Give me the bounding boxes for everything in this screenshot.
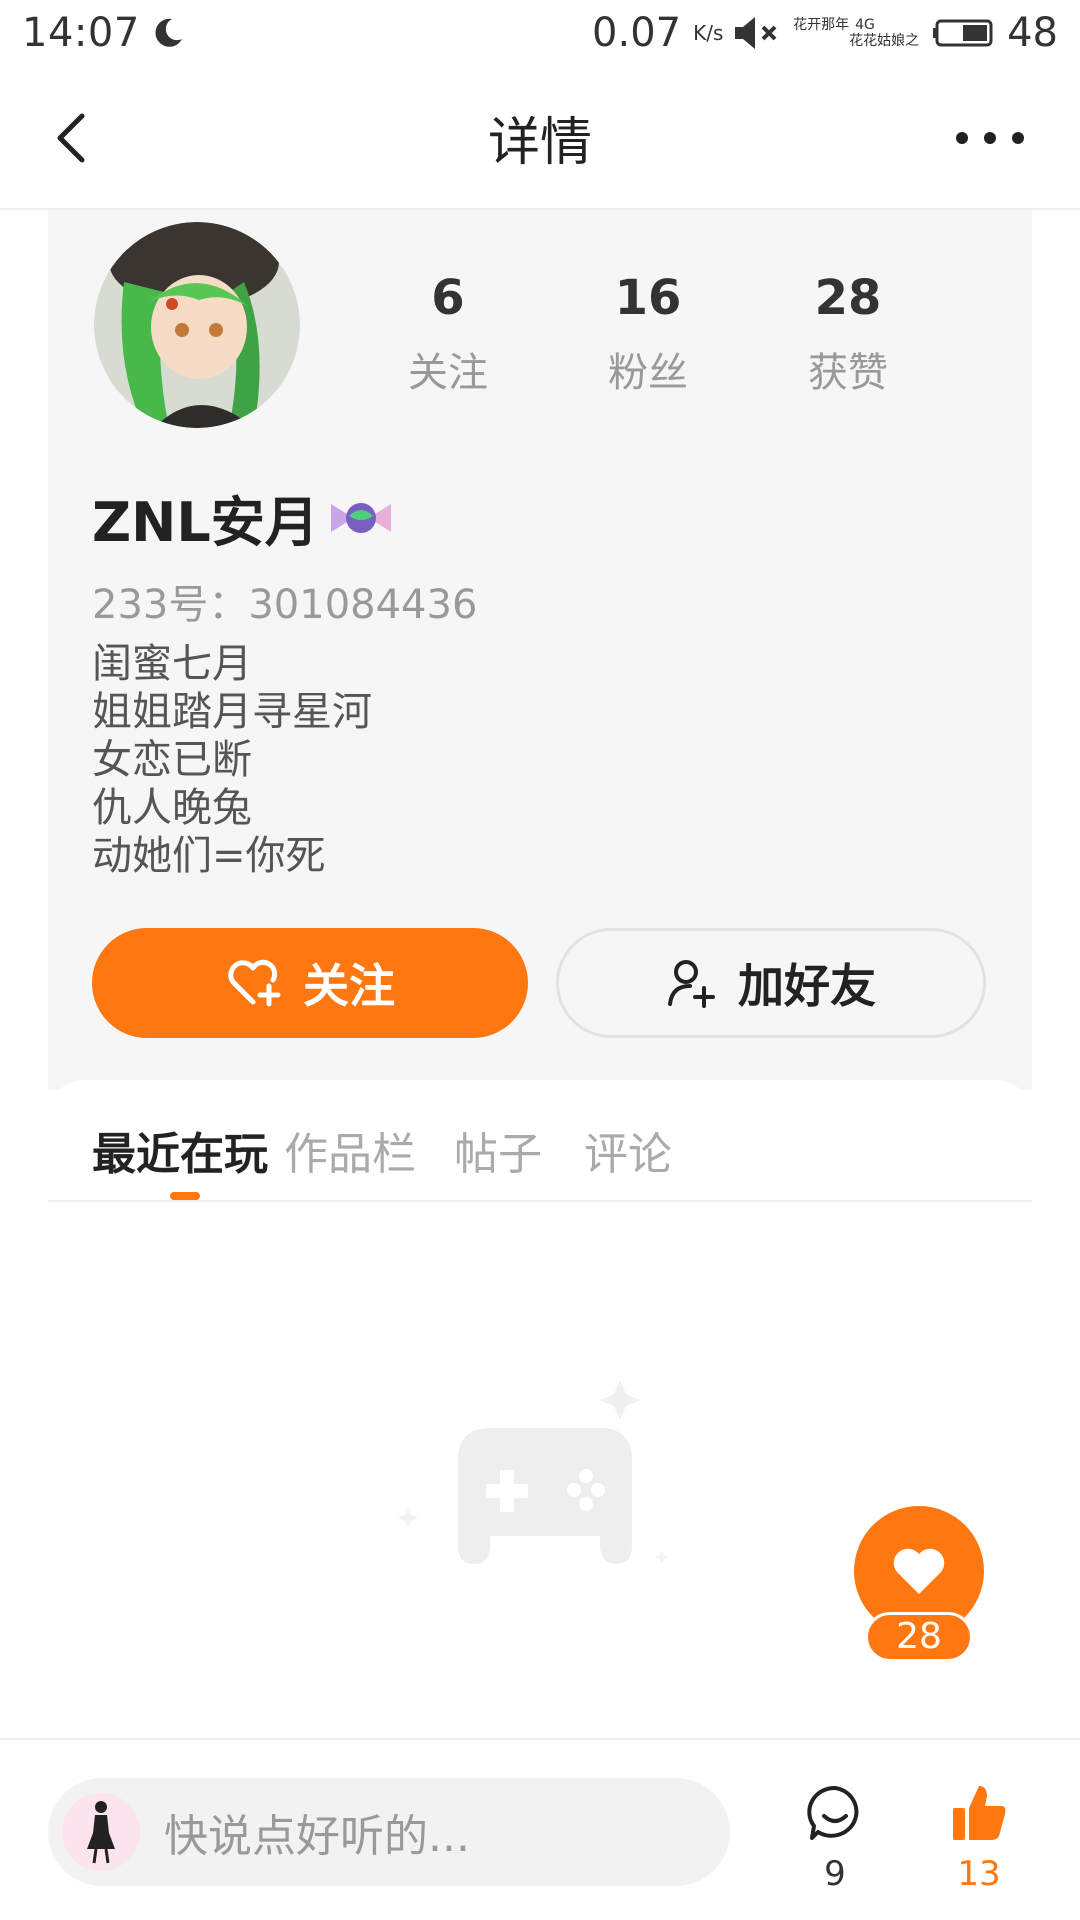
status-time: 14:07 [22, 10, 140, 56]
bio-line: 闺蜜七月 [92, 641, 252, 687]
floating-like-button[interactable]: 28 [854, 1506, 984, 1666]
follow-button[interactable]: 关注 [92, 928, 528, 1038]
bio-line: 姐姐踏月寻星河 [92, 689, 372, 735]
bio-line: 女恋已断 [92, 737, 252, 783]
carrier-info: 花开那年 4G 花花姑娘之 [793, 17, 919, 49]
battery-icon [933, 19, 993, 47]
input-placeholder: 快说点好听的... [164, 1811, 470, 1862]
silhouette-icon [87, 1801, 115, 1864]
username-row: ZNL安月 [92, 478, 397, 557]
like-button[interactable]: 13 [944, 1782, 1014, 1894]
more-icon[interactable] [944, 126, 1044, 150]
add-user-icon [668, 960, 715, 1008]
comment-icon [807, 1785, 859, 1840]
stat-likes[interactable]: 28 获赞 [748, 270, 948, 398]
network-speed-unit: K/s [693, 21, 724, 45]
profile-stats: 6 关注 16 粉丝 28 获赞 [348, 270, 968, 398]
bio-line: 仇人晚兔 [92, 785, 252, 831]
network-speed: 0.07 [592, 10, 682, 56]
tab-comments[interactable]: 评论 [584, 1118, 672, 1182]
bio: 闺蜜七月 姐姐踏月寻星河 女恋已断 仇人晚兔 动她们=你死 [92, 640, 372, 880]
add-friend-button[interactable]: 加好友 [556, 928, 986, 1038]
tab-works[interactable]: 作品栏 [284, 1118, 416, 1182]
status-bar: 14:07 0.07 K/s 花开那年 4G 花花姑娘之 48 [0, 0, 1080, 66]
thumbs-up-icon [953, 1786, 1006, 1840]
comment-input[interactable]: 快说点好听的... [48, 1778, 730, 1886]
avatar[interactable] [94, 222, 300, 428]
nav-bar: 详情 [0, 66, 1080, 210]
heart-plus-icon [228, 959, 281, 1007]
moon-icon [155, 18, 182, 47]
comment-button[interactable]: 9 [800, 1782, 870, 1894]
user-id: 233号：301084436 [92, 582, 478, 628]
heart-icon [893, 1548, 945, 1594]
bottom-bar: 快说点好听的... 9 13 [0, 1738, 1080, 1920]
tab-active-indicator [170, 1192, 200, 1200]
follow-label: 关注 [303, 959, 395, 1013]
tab-posts[interactable]: 帖子 [454, 1118, 542, 1182]
empty-gamepad-icon [398, 1380, 669, 1564]
stat-value: 6 [431, 270, 465, 326]
back-icon[interactable] [46, 110, 102, 166]
stat-value: 16 [614, 270, 682, 326]
stat-followers[interactable]: 16 粉丝 [548, 270, 748, 398]
content-tabs: 最近在玩 作品栏 帖子 评论 [48, 1080, 1032, 1202]
candy-badge-icon [330, 502, 391, 533]
carrier-name-2: 花花姑娘之 [849, 33, 920, 49]
add-friend-label: 加好友 [738, 959, 876, 1013]
bio-line: 动她们=你死 [92, 833, 326, 879]
stat-value: 28 [814, 270, 882, 326]
comment-count: 9 [824, 1854, 846, 1894]
username: ZNL安月 [92, 491, 319, 554]
like-count: 13 [957, 1854, 1001, 1894]
stat-label: 关注 [408, 350, 488, 396]
carrier-name-1: 花开那年 [793, 17, 850, 33]
page-title: 详情 [487, 112, 592, 173]
mute-icon [735, 17, 777, 49]
tab-recently-played[interactable]: 最近在玩 [92, 1118, 268, 1182]
stat-label: 粉丝 [608, 350, 688, 396]
network-type: 4G [855, 17, 875, 33]
user-avatar [62, 1793, 140, 1871]
profile-card: 6 关注 16 粉丝 28 获赞 ZNL安月 233号：301084436 闺蜜… [48, 210, 1032, 1090]
stat-label: 获赞 [808, 350, 888, 396]
battery-level: 48 [1007, 10, 1058, 56]
floating-like-count: 28 [865, 1612, 973, 1662]
stat-following[interactable]: 6 关注 [348, 270, 548, 398]
